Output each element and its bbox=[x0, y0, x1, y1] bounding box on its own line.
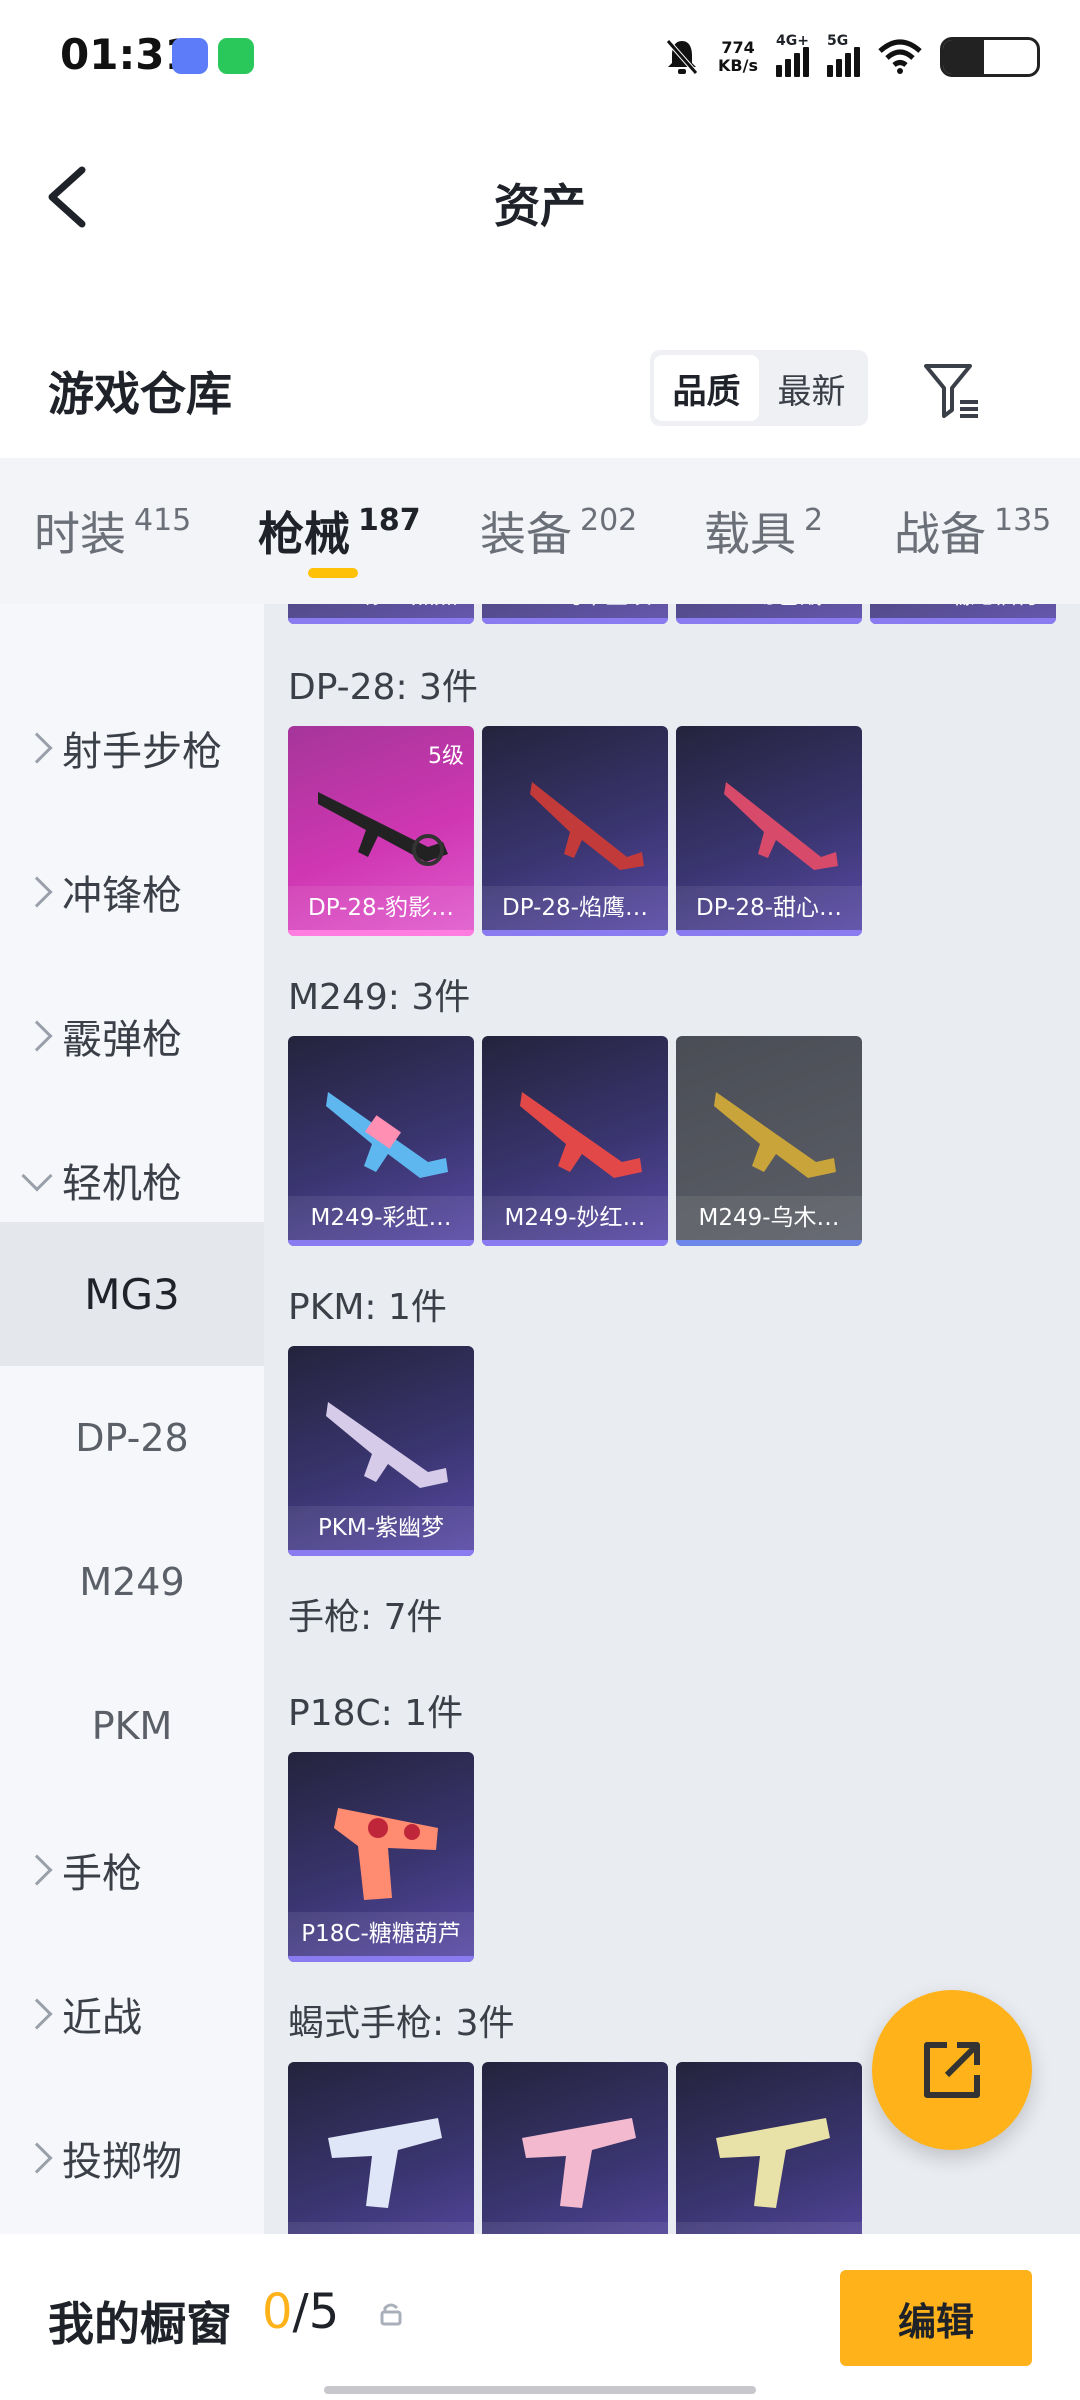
edit-button[interactable]: 编辑 bbox=[840, 2270, 1032, 2366]
battery-icon bbox=[940, 37, 1040, 77]
skorpion-pistol-icon bbox=[522, 2118, 636, 2208]
weapon-card[interactable]: MG3-妙红点点 bbox=[288, 604, 474, 624]
active-tab-indicator bbox=[308, 568, 358, 578]
group-title-pkm: PKM: 1件 bbox=[288, 1287, 447, 1328]
m249-gun-icon bbox=[714, 1092, 836, 1178]
warehouse-toolbar: 游戏仓库 品质 最新 bbox=[0, 330, 1080, 450]
tab-vehicles[interactable]: 载具 2 bbox=[704, 498, 823, 564]
showcase-count: 0/5 bbox=[262, 2284, 340, 2340]
weapon-card[interactable]: M249-彩虹… bbox=[288, 1036, 474, 1246]
sidebar-sub-pkm[interactable]: PKM bbox=[0, 1654, 264, 1798]
group-title-skorpion: 蝎式手枪: 3件 bbox=[288, 2003, 515, 2044]
tab-fashion[interactable]: 时装 415 bbox=[34, 498, 191, 564]
signal-4g-icon: 4G+ bbox=[776, 33, 809, 77]
app-notification-icon bbox=[172, 38, 208, 74]
chevron-right-icon bbox=[21, 1020, 53, 1052]
sidebar-item-marksman-rifle[interactable]: 射手步枪 bbox=[0, 676, 264, 820]
sidebar-item-shotgun[interactable]: 霰弹枪 bbox=[0, 964, 264, 1108]
weapon-card[interactable]: M249-妙红… bbox=[482, 1036, 668, 1246]
weapon-card[interactable]: MG3-幻色战… bbox=[676, 604, 862, 624]
weapon-card[interactable]: PKM-紫幽梦 bbox=[288, 1346, 474, 1556]
dp28-gun-icon bbox=[530, 782, 644, 870]
weapon-card[interactable]: DP-28-甜心… bbox=[676, 726, 862, 936]
weapon-card[interactable]: P18C-糖糖葫芦 bbox=[288, 1752, 474, 1962]
chevron-right-icon bbox=[21, 876, 53, 908]
group-title-p18c: P18C: 1件 bbox=[288, 1693, 464, 1734]
home-indicator[interactable] bbox=[324, 2386, 756, 2394]
sidebar-item-throwables[interactable]: 投掷物 bbox=[0, 2086, 264, 2230]
sidebar-item-pistol[interactable]: 手枪 bbox=[0, 1798, 264, 1942]
share-external-icon bbox=[924, 2042, 980, 2098]
sort-quality-option[interactable]: 品质 bbox=[654, 355, 759, 421]
chevron-right-icon bbox=[21, 732, 53, 764]
weapon-card[interactable]: DP-28-焰鹰… bbox=[482, 726, 668, 936]
chevron-right-icon bbox=[21, 1998, 53, 2030]
signal-5g-icon: 5G bbox=[827, 33, 860, 77]
warehouse-title: 游戏仓库 bbox=[48, 367, 232, 421]
category-tabs: 时装 415 枪械 187 装备 202 载具 2 战备 135 bbox=[0, 458, 1080, 604]
chevron-down-icon bbox=[21, 1160, 53, 1192]
showcase-bar: 我的橱窗 0/5 编辑 bbox=[0, 2234, 1080, 2400]
group-title-dp28: DP-28: 3件 bbox=[288, 667, 478, 708]
sort-toggle: 品质 最新 bbox=[650, 350, 868, 426]
wechat-notification-icon bbox=[218, 38, 254, 74]
filter-icon[interactable] bbox=[920, 358, 984, 422]
group-title-m249: M249: 3件 bbox=[288, 977, 471, 1018]
wifi-icon bbox=[878, 39, 922, 74]
dp28-gun-icon bbox=[724, 782, 838, 870]
page-title: 资产 bbox=[494, 179, 586, 233]
weapon-card[interactable] bbox=[676, 2062, 862, 2234]
chevron-right-icon bbox=[21, 2142, 53, 2174]
m249-gun-icon bbox=[520, 1092, 642, 1178]
sidebar-sub-m249[interactable]: M249 bbox=[0, 1510, 264, 1654]
skorpion-pistol-icon bbox=[328, 2118, 442, 2208]
weapon-card[interactable]: 5级 DP-28-豹影… bbox=[288, 726, 474, 936]
weapon-card[interactable]: MG3-乌木金纹 bbox=[482, 604, 668, 624]
weapon-card[interactable]: M249-乌木… bbox=[676, 1036, 862, 1246]
mute-bell-icon bbox=[666, 39, 698, 75]
chevron-right-icon bbox=[21, 1854, 53, 1886]
group-title-pistol: 手枪: 7件 bbox=[288, 1597, 443, 1638]
sidebar-sub-dp28[interactable]: DP-28 bbox=[0, 1366, 264, 1510]
m249-gun-icon bbox=[326, 1092, 448, 1178]
sidebar-sub-mg3[interactable]: MG3 bbox=[0, 1222, 264, 1366]
tab-equipment[interactable]: 装备 202 bbox=[480, 498, 637, 564]
sidebar-item-smg[interactable]: 冲锋枪 bbox=[0, 820, 264, 964]
sidebar-item-melee[interactable]: 近战 bbox=[0, 1942, 264, 2086]
showcase-title: 我的橱窗 bbox=[48, 2297, 232, 2351]
sort-latest-option[interactable]: 最新 bbox=[759, 355, 864, 421]
app-header: 资产 bbox=[0, 120, 1080, 270]
tab-gear[interactable]: 战备 135 bbox=[894, 498, 1051, 564]
dp28-gun-icon bbox=[318, 792, 448, 866]
share-button[interactable] bbox=[872, 1990, 1032, 2150]
p18c-pistol-icon bbox=[334, 1808, 438, 1900]
tab-firearms[interactable]: 枪械 187 bbox=[258, 498, 421, 564]
status-bar: 01:31 774 KB/s 4G+ 5G bbox=[0, 0, 1080, 120]
pkm-gun-icon bbox=[326, 1402, 448, 1488]
lock-icon bbox=[380, 2303, 402, 2326]
network-speed: 774 KB/s bbox=[718, 38, 758, 75]
weapon-card[interactable]: MG3-瑞龙福符 bbox=[870, 604, 1056, 624]
weapon-card[interactable] bbox=[288, 2062, 474, 2234]
weapon-card[interactable] bbox=[482, 2062, 668, 2234]
skorpion-pistol-icon bbox=[716, 2118, 830, 2208]
weapon-type-sidebar: 射手步枪 冲锋枪 霰弹枪 轻机枪 MG3 DP-28 M249 PKM 手枪 近… bbox=[0, 604, 264, 2234]
